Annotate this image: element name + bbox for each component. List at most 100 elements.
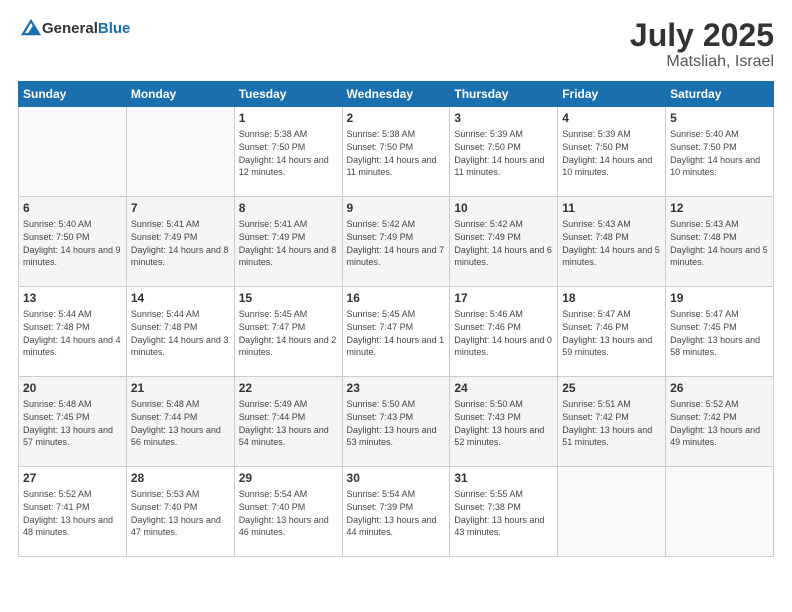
day-number: 25 bbox=[562, 380, 661, 396]
day-detail: Sunrise: 5:54 AM Sunset: 7:39 PM Dayligh… bbox=[347, 488, 446, 538]
day-number: 8 bbox=[239, 200, 338, 216]
month-year: July 2025 bbox=[630, 18, 774, 53]
logo-text: GeneralBlue bbox=[42, 20, 130, 38]
table-row bbox=[126, 107, 234, 197]
day-number: 27 bbox=[23, 470, 122, 486]
day-number: 2 bbox=[347, 110, 446, 126]
day-number: 19 bbox=[670, 290, 769, 306]
day-detail: Sunrise: 5:38 AM Sunset: 7:50 PM Dayligh… bbox=[347, 128, 446, 178]
day-number: 31 bbox=[454, 470, 553, 486]
day-number: 26 bbox=[670, 380, 769, 396]
calendar-week-row: 6Sunrise: 5:40 AM Sunset: 7:50 PM Daylig… bbox=[19, 197, 774, 287]
table-row: 5 Sunrise: 5:40 AM Sunset: 7:50 PM Daylig… bbox=[666, 107, 774, 197]
table-row: 26 Sunrise: 5:52 AM Sunset: 7:42 PM Dayli… bbox=[666, 377, 774, 467]
table-row: 13 Sunrise: 5:44 AM Sunset: 7:48 PM Dayli… bbox=[19, 287, 127, 377]
day-number: 6 bbox=[23, 200, 122, 216]
day-detail: Sunrise: 5:47 AM Sunset: 7:45 PM Dayligh… bbox=[670, 308, 769, 358]
table-row: 22Sunrise: 5:49 AM Sunset: 7:44 PM Dayli… bbox=[234, 377, 342, 467]
day-detail: Sunrise: 5:50 AM Sunset: 7:43 PM Dayligh… bbox=[454, 398, 553, 448]
page: GeneralBlue July 2025 Matsliah, Israel S… bbox=[0, 0, 792, 612]
day-detail: Sunrise: 5:40 AM Sunset: 7:50 PM Dayligh… bbox=[670, 128, 769, 178]
calendar-header-row: Sunday Monday Tuesday Wednesday Thursday… bbox=[19, 82, 774, 107]
table-row bbox=[558, 467, 666, 557]
col-sunday: Sunday bbox=[19, 82, 127, 107]
day-detail: Sunrise: 5:41 AM Sunset: 7:49 PM Dayligh… bbox=[239, 218, 338, 268]
col-tuesday: Tuesday bbox=[234, 82, 342, 107]
logo-icon bbox=[20, 18, 42, 40]
day-number: 20 bbox=[23, 380, 122, 396]
table-row: 3 Sunrise: 5:39 AM Sunset: 7:50 PM Daylig… bbox=[450, 107, 558, 197]
logo-general: General bbox=[42, 20, 98, 37]
table-row: 15 Sunrise: 5:45 AM Sunset: 7:47 PM Dayli… bbox=[234, 287, 342, 377]
day-number: 22 bbox=[239, 380, 338, 396]
day-detail: Sunrise: 5:50 AM Sunset: 7:43 PM Dayligh… bbox=[347, 398, 446, 448]
col-wednesday: Wednesday bbox=[342, 82, 450, 107]
day-number: 23 bbox=[347, 380, 446, 396]
table-row bbox=[19, 107, 127, 197]
col-monday: Monday bbox=[126, 82, 234, 107]
table-row bbox=[666, 467, 774, 557]
day-number: 5 bbox=[670, 110, 769, 126]
table-row: 31 Sunrise: 5:55 AM Sunset: 7:38 PM Dayli… bbox=[450, 467, 558, 557]
table-row: 21Sunrise: 5:48 AM Sunset: 7:44 PM Dayli… bbox=[126, 377, 234, 467]
location: Matsliah, Israel bbox=[630, 53, 774, 71]
day-detail: Sunrise: 5:43 AM Sunset: 7:48 PM Dayligh… bbox=[670, 218, 769, 268]
title-block: July 2025 Matsliah, Israel bbox=[630, 18, 774, 71]
table-row: 24 Sunrise: 5:50 AM Sunset: 7:43 PM Dayli… bbox=[450, 377, 558, 467]
day-number: 17 bbox=[454, 290, 553, 306]
day-detail: Sunrise: 5:38 AM Sunset: 7:50 PM Dayligh… bbox=[239, 128, 338, 178]
day-detail: Sunrise: 5:42 AM Sunset: 7:49 PM Dayligh… bbox=[347, 218, 446, 268]
table-row: 11Sunrise: 5:43 AM Sunset: 7:48 PM Dayli… bbox=[558, 197, 666, 287]
day-detail: Sunrise: 5:52 AM Sunset: 7:41 PM Dayligh… bbox=[23, 488, 122, 538]
calendar-week-row: 20 Sunrise: 5:48 AM Sunset: 7:45 PM Dayli… bbox=[19, 377, 774, 467]
day-detail: Sunrise: 5:52 AM Sunset: 7:42 PM Dayligh… bbox=[670, 398, 769, 448]
table-row: 6Sunrise: 5:40 AM Sunset: 7:50 PM Daylig… bbox=[19, 197, 127, 287]
table-row: 20 Sunrise: 5:48 AM Sunset: 7:45 PM Dayli… bbox=[19, 377, 127, 467]
day-detail: Sunrise: 5:44 AM Sunset: 7:48 PM Dayligh… bbox=[131, 308, 230, 358]
day-detail: Sunrise: 5:53 AM Sunset: 7:40 PM Dayligh… bbox=[131, 488, 230, 538]
day-detail: Sunrise: 5:42 AM Sunset: 7:49 PM Dayligh… bbox=[454, 218, 553, 268]
day-number: 4 bbox=[562, 110, 661, 126]
table-row: 7Sunrise: 5:41 AM Sunset: 7:49 PM Daylig… bbox=[126, 197, 234, 287]
day-number: 15 bbox=[239, 290, 338, 306]
col-friday: Friday bbox=[558, 82, 666, 107]
calendar: Sunday Monday Tuesday Wednesday Thursday… bbox=[18, 81, 774, 557]
day-number: 16 bbox=[347, 290, 446, 306]
day-number: 7 bbox=[131, 200, 230, 216]
day-number: 28 bbox=[131, 470, 230, 486]
table-row: 2 Sunrise: 5:38 AM Sunset: 7:50 PM Daylig… bbox=[342, 107, 450, 197]
calendar-week-row: 1 Sunrise: 5:38 AM Sunset: 7:50 PM Daylig… bbox=[19, 107, 774, 197]
day-number: 29 bbox=[239, 470, 338, 486]
calendar-week-row: 27 Sunrise: 5:52 AM Sunset: 7:41 PM Dayli… bbox=[19, 467, 774, 557]
day-number: 14 bbox=[131, 290, 230, 306]
table-row: 30 Sunrise: 5:54 AM Sunset: 7:39 PM Dayli… bbox=[342, 467, 450, 557]
logo-blue: Blue bbox=[98, 20, 131, 37]
day-number: 30 bbox=[347, 470, 446, 486]
day-detail: Sunrise: 5:55 AM Sunset: 7:38 PM Dayligh… bbox=[454, 488, 553, 538]
header: GeneralBlue July 2025 Matsliah, Israel bbox=[18, 18, 774, 71]
day-detail: Sunrise: 5:39 AM Sunset: 7:50 PM Dayligh… bbox=[454, 128, 553, 178]
table-row: 29Sunrise: 5:54 AM Sunset: 7:40 PM Dayli… bbox=[234, 467, 342, 557]
day-detail: Sunrise: 5:45 AM Sunset: 7:47 PM Dayligh… bbox=[239, 308, 338, 358]
day-detail: Sunrise: 5:47 AM Sunset: 7:46 PM Dayligh… bbox=[562, 308, 661, 358]
day-number: 3 bbox=[454, 110, 553, 126]
day-number: 18 bbox=[562, 290, 661, 306]
day-detail: Sunrise: 5:44 AM Sunset: 7:48 PM Dayligh… bbox=[23, 308, 122, 358]
day-detail: Sunrise: 5:48 AM Sunset: 7:44 PM Dayligh… bbox=[131, 398, 230, 448]
day-number: 13 bbox=[23, 290, 122, 306]
day-number: 12 bbox=[670, 200, 769, 216]
table-row: 23 Sunrise: 5:50 AM Sunset: 7:43 PM Dayli… bbox=[342, 377, 450, 467]
table-row: 17Sunrise: 5:46 AM Sunset: 7:46 PM Dayli… bbox=[450, 287, 558, 377]
day-number: 24 bbox=[454, 380, 553, 396]
day-number: 1 bbox=[239, 110, 338, 126]
table-row: 28 Sunrise: 5:53 AM Sunset: 7:40 PM Dayli… bbox=[126, 467, 234, 557]
table-row: 9Sunrise: 5:42 AM Sunset: 7:49 PM Daylig… bbox=[342, 197, 450, 287]
day-detail: Sunrise: 5:45 AM Sunset: 7:47 PM Dayligh… bbox=[347, 308, 446, 358]
day-detail: Sunrise: 5:39 AM Sunset: 7:50 PM Dayligh… bbox=[562, 128, 661, 178]
table-row: 8 Sunrise: 5:41 AM Sunset: 7:49 PM Daylig… bbox=[234, 197, 342, 287]
table-row: 27 Sunrise: 5:52 AM Sunset: 7:41 PM Dayli… bbox=[19, 467, 127, 557]
day-number: 10 bbox=[454, 200, 553, 216]
calendar-week-row: 13 Sunrise: 5:44 AM Sunset: 7:48 PM Dayli… bbox=[19, 287, 774, 377]
day-detail: Sunrise: 5:48 AM Sunset: 7:45 PM Dayligh… bbox=[23, 398, 122, 448]
table-row: 4 Sunrise: 5:39 AM Sunset: 7:50 PM Daylig… bbox=[558, 107, 666, 197]
